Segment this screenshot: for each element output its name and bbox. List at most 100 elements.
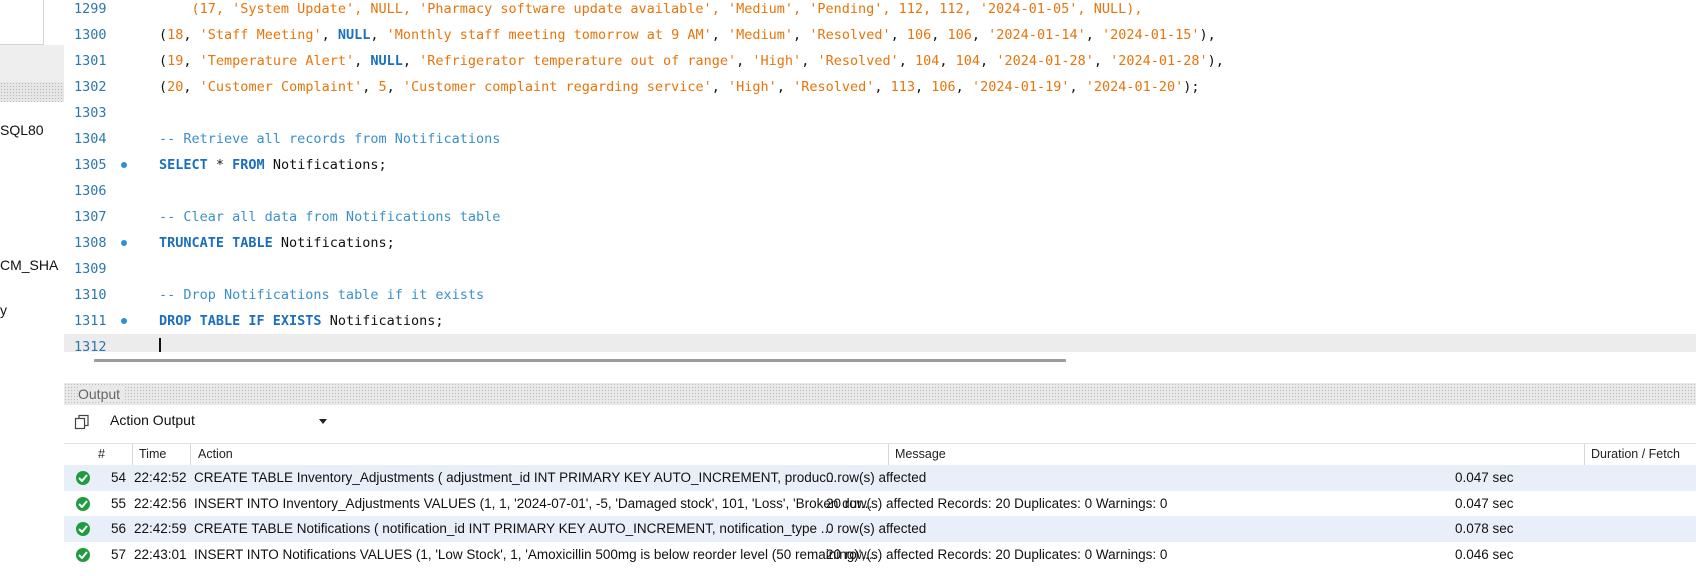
- plain-token: Notifications;: [321, 313, 444, 329]
- plain-token: (: [159, 53, 168, 69]
- line-number: 1311: [74, 313, 107, 329]
- column-divider[interactable]: [1584, 444, 1585, 466]
- code-line[interactable]: 1301 (19, 'Temperature Alert', NULL, 'Ref…: [64, 48, 1696, 74]
- statement-marker-icon: [121, 162, 127, 168]
- column-header-duration[interactable]: Duration / Fetch: [1591, 447, 1680, 461]
- string-token: 'Resolved': [793, 79, 875, 95]
- line-number: 1306: [74, 183, 107, 199]
- plain-token: ,: [890, 27, 907, 43]
- code-line[interactable]: 1299 (17, 'System Update', NULL, 'Pharma…: [64, 0, 1696, 22]
- code-text: -- Retrieve all records from Notificatio…: [159, 126, 500, 152]
- code-line[interactable]: 1306: [64, 178, 1696, 204]
- code-line[interactable]: 1307 -- Clear all data from Notifications…: [64, 204, 1696, 230]
- code-line[interactable]: 1308 TRUNCATE TABLE Notifications;: [64, 230, 1696, 256]
- column-header-action[interactable]: Action: [198, 447, 233, 461]
- string-token: 'Resolved': [809, 27, 891, 43]
- chevron-down-icon[interactable]: [318, 418, 328, 426]
- navigator-item[interactable]: CM_SHA: [0, 257, 58, 273]
- plain-token: ,: [874, 79, 891, 95]
- cell-action: INSERT INTO Inventory_Adjustments VALUES…: [194, 495, 873, 511]
- code-line[interactable]: 1311 DROP TABLE IF EXISTS Notifications;: [64, 308, 1696, 334]
- comment-token: -- Retrieve all records from Notificatio…: [159, 131, 501, 147]
- plain-token: ,: [1069, 79, 1086, 95]
- code-text: (18, 'Staff Meeting', NULL, 'Monthly sta…: [159, 22, 1216, 48]
- keyword-token: DROP TABLE IF EXISTS: [159, 313, 322, 329]
- plain-token: ,: [980, 53, 997, 69]
- string-token: '2024-01-19': [971, 79, 1070, 95]
- string-token: 'High': [728, 79, 777, 95]
- column-divider[interactable]: [888, 444, 889, 466]
- string-token: 18: [167, 27, 184, 43]
- code-line[interactable]: 1312: [64, 334, 1696, 352]
- plain-token: ,: [1093, 53, 1111, 69]
- plain-token: ,: [931, 27, 948, 43]
- plain-token: );: [1183, 79, 1200, 95]
- code-line[interactable]: 1302 (20, 'Customer Complaint', 5, 'Custo…: [64, 74, 1696, 100]
- output-row[interactable]: 57 22:43:01 INSERT INTO Notifications VALU…: [64, 542, 1696, 568]
- cell-number: 56: [110, 521, 126, 536]
- string-token: 'Medium': [728, 27, 794, 43]
- plain-token: ),: [1199, 27, 1216, 43]
- cell-action: INSERT INTO Notifications VALUES (1, 'Lo…: [194, 546, 877, 562]
- column-header-time[interactable]: Time: [139, 447, 166, 461]
- code-line[interactable]: 1300 (18, 'Staff Meeting', NULL, 'Monthly…: [64, 22, 1696, 48]
- navigator-gap: [0, 45, 64, 82]
- column-header-number[interactable]: #: [98, 447, 105, 461]
- plain-token: Notifications;: [272, 235, 395, 251]
- line-number: 1307: [74, 209, 107, 225]
- code-line[interactable]: 1304 -- Retrieve all records from Notific…: [64, 126, 1696, 152]
- success-check-icon: [76, 496, 90, 511]
- string-token: '2024-01-20': [1085, 79, 1184, 95]
- keyword-token: TRUNCATE TABLE: [159, 235, 273, 251]
- column-divider[interactable]: [190, 444, 191, 466]
- code-line[interactable]: 1309: [64, 256, 1696, 282]
- navigator-item[interactable]: y: [0, 302, 7, 318]
- code-line[interactable]: 1310 -- Drop Notifications table if it ex…: [64, 282, 1696, 308]
- plain-token: ,: [386, 79, 403, 95]
- text-caret: [159, 338, 161, 352]
- string-token: 'Temperature Alert': [199, 53, 355, 69]
- plain-token: (: [159, 79, 168, 95]
- code-line[interactable]: 1305 SELECT * FROM Notifications;: [64, 152, 1696, 178]
- column-divider[interactable]: [132, 444, 133, 466]
- comment-token: -- Clear all data from Notifications tab…: [159, 209, 501, 225]
- keyword-token: SELECT: [159, 157, 208, 173]
- editor-scrollbar-thumb[interactable]: [94, 359, 1066, 362]
- plain-token: ,: [711, 27, 729, 43]
- output-panel-header[interactable]: Output: [64, 383, 1696, 405]
- output-grid-header: # Time Action Message Duration / Fetch: [64, 443, 1696, 467]
- line-number: 1310: [74, 287, 107, 303]
- navigator-item[interactable]: SQL80: [0, 122, 44, 138]
- plain-token: ,: [183, 27, 200, 43]
- output-row[interactable]: 54 22:42:52 CREATE TABLE Inventory_Adjustm…: [64, 465, 1696, 491]
- plain-token: ,: [915, 79, 932, 95]
- cell-message: 0 row(s) affected: [826, 470, 927, 485]
- string-token: 19: [167, 53, 184, 69]
- code-text: (19, 'Temperature Alert', NULL, 'Refrige…: [159, 48, 1224, 74]
- cell-time: 22:42:56: [134, 495, 187, 511]
- navigator-splitter[interactable]: [0, 82, 64, 102]
- plain-token: ,: [801, 53, 818, 69]
- output-row[interactable]: 55 22:42:56 INSERT INTO Inventory_Adjustme…: [64, 491, 1696, 517]
- string-token: 113: [890, 79, 916, 95]
- copy-icon[interactable]: [74, 414, 90, 430]
- plain-token: *: [207, 157, 233, 173]
- sql-editor[interactable]: 1299 (17, 'System Update', NULL, 'Pharma…: [64, 0, 1696, 352]
- cell-message: 20 row(s) affected Records: 20 Duplicate…: [826, 495, 1168, 511]
- keyword-token: NULL: [370, 53, 403, 69]
- column-header-message[interactable]: Message: [895, 447, 946, 461]
- cell-duration: 0.046 sec: [1455, 546, 1514, 562]
- cell-duration: 0.078 sec: [1455, 521, 1514, 536]
- string-token: '2024-01-28': [1110, 53, 1208, 69]
- plain-token: ,: [736, 53, 753, 69]
- plain-token: ,: [955, 79, 972, 95]
- string-token: 'Customer Complaint': [199, 79, 363, 95]
- output-type-select[interactable]: Action Output: [104, 409, 354, 433]
- output-row[interactable]: 56 22:42:59 CREATE TABLE Notifications ( n…: [64, 516, 1696, 542]
- code-line[interactable]: 1303: [64, 100, 1696, 126]
- plain-token: ,: [183, 79, 200, 95]
- string-token: 5: [378, 79, 387, 95]
- comment-token: -- Drop Notifications table if it exists: [159, 287, 485, 303]
- line-number: 1301: [74, 53, 107, 69]
